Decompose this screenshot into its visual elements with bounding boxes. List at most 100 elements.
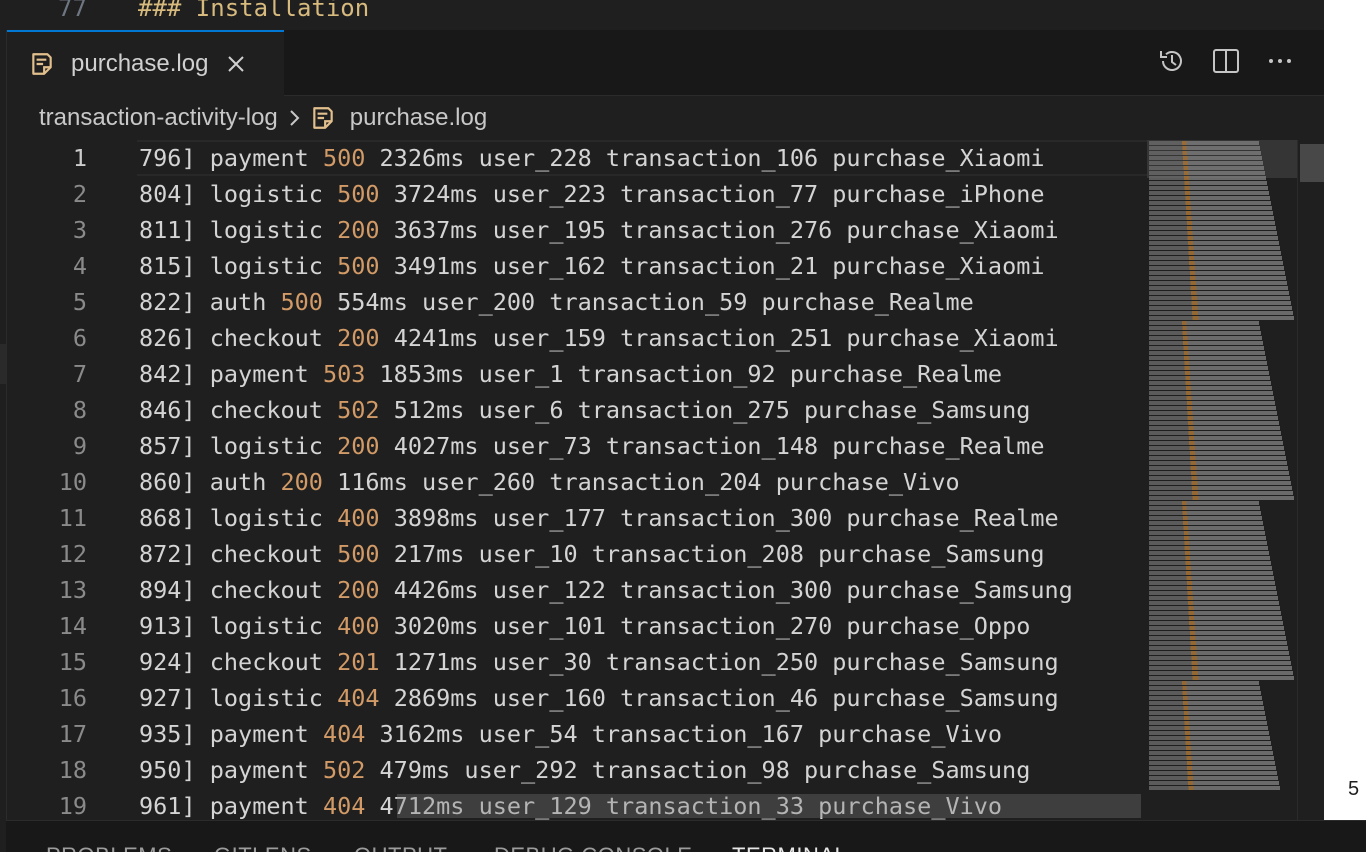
minimap-line xyxy=(1149,166,1264,170)
panel-tab-terminal[interactable]: TERMINAL xyxy=(732,843,847,852)
minimap-line xyxy=(1149,341,1263,345)
status-code: 400 xyxy=(337,612,380,640)
code-line[interactable]: 16 927] logistic 404 2869ms user_160 tran… xyxy=(7,680,1147,716)
minimap-line xyxy=(1149,376,1270,380)
minimap-line xyxy=(1149,326,1260,330)
status-code: 503 xyxy=(322,360,366,388)
code-line[interactable]: 1 796] payment 500 2326ms user_228 transa… xyxy=(7,140,1147,176)
minimap-line xyxy=(1149,236,1278,240)
minimap-line xyxy=(1149,786,1280,790)
code-line[interactable]: 18 950] payment 502 479ms user_292 transa… xyxy=(7,752,1147,788)
scrollbar-thumb[interactable] xyxy=(1300,144,1324,182)
minimap-line xyxy=(1149,711,1265,715)
line-number: 16 xyxy=(58,684,87,712)
minimap-line xyxy=(1149,591,1277,595)
panel-tab-debug-console[interactable]: DEBUG CONSOLE xyxy=(494,843,692,852)
split-editor-icon[interactable] xyxy=(1211,46,1241,76)
service-name: checkout xyxy=(209,648,338,676)
minimap-line xyxy=(1149,451,1285,455)
minimap-line xyxy=(1149,746,1272,750)
code-line[interactable]: 4 815] logistic 500 3491ms user_162 trans… xyxy=(7,248,1147,284)
breadcrumb-file[interactable]: purchase.log xyxy=(350,104,487,132)
status-code: 201 xyxy=(337,648,380,676)
minimap-line xyxy=(1149,251,1281,255)
more-actions-icon[interactable] xyxy=(1265,46,1295,76)
line-number: 1 xyxy=(72,144,87,172)
minimap-line xyxy=(1149,381,1271,385)
code-line[interactable]: 2 804] logistic 500 3724ms user_223 trans… xyxy=(7,176,1147,212)
history-icon[interactable] xyxy=(1157,46,1187,76)
code-line[interactable]: 15 924] checkout 201 1271ms user_30 trans… xyxy=(7,644,1147,680)
code-line[interactable]: 6 826] checkout 200 4241ms user_159 trans… xyxy=(7,320,1147,356)
code-line[interactable]: 13 894] checkout 200 4426ms user_122 tran… xyxy=(7,572,1147,608)
log-details: 3162ms user_54 transaction_167 purchase_… xyxy=(365,720,1003,748)
service-name: payment xyxy=(209,756,323,784)
log-details: 1271ms user_30 transaction_250 purchase_… xyxy=(379,648,1059,676)
minimap-line xyxy=(1149,231,1277,235)
log-entry: 815] logistic 500 3491ms user_162 transa… xyxy=(139,252,1045,280)
minimap-line xyxy=(1149,371,1269,375)
status-code: 500 xyxy=(337,252,380,280)
log-details: 2326ms user_228 transaction_106 purchase… xyxy=(365,144,1045,172)
log-details: 4241ms user_159 transaction_251 purchase… xyxy=(379,324,1059,352)
tab-purchase-log[interactable]: purchase.log xyxy=(7,30,284,96)
status-code: 200 xyxy=(337,324,380,352)
log-details: 3020ms user_101 transaction_270 purchase… xyxy=(379,612,1031,640)
log-details: 3637ms user_195 transaction_276 purchase… xyxy=(379,216,1059,244)
timestamp-fragment: 857] xyxy=(139,432,210,460)
minimap-line xyxy=(1149,656,1290,660)
breadcrumb-folder[interactable]: transaction-activity-log xyxy=(39,104,278,132)
minimap-line xyxy=(1149,671,1293,675)
log-entry: 842] payment 503 1853ms user_1 transacti… xyxy=(139,360,1002,388)
code-line[interactable]: 9 857] logistic 200 4027ms user_73 transa… xyxy=(7,428,1147,464)
status-code: 502 xyxy=(337,396,380,424)
code-line[interactable]: 12 872] checkout 500 217ms user_10 transa… xyxy=(7,536,1147,572)
timestamp-fragment: 935] xyxy=(139,720,210,748)
log-details: 3898ms user_177 transaction_300 purchase… xyxy=(379,504,1059,532)
code-line[interactable]: 10 860] auth 200 116ms user_260 transacti… xyxy=(7,464,1147,500)
log-details: 2869ms user_160 transaction_46 purchase_… xyxy=(379,684,1059,712)
close-icon[interactable] xyxy=(226,54,246,74)
minimap-line xyxy=(1149,571,1273,575)
minimap-line xyxy=(1149,156,1262,160)
code-line[interactable]: 7 842] payment 503 1853ms user_1 transact… xyxy=(7,356,1147,392)
code-editor[interactable]: 1 796] payment 500 2326ms user_228 transa… xyxy=(7,140,1147,820)
code-line[interactable]: 8 846] checkout 502 512ms user_6 transact… xyxy=(7,392,1147,428)
code-line[interactable]: 14 913] logistic 400 3020ms user_101 tran… xyxy=(7,608,1147,644)
minimap-line xyxy=(1149,516,1262,520)
timestamp-fragment: 927] xyxy=(139,684,210,712)
service-name: checkout xyxy=(209,540,338,568)
status-code: 404 xyxy=(322,720,366,748)
minimap-line xyxy=(1149,661,1291,665)
horizontal-scrollbar[interactable] xyxy=(397,794,1141,818)
minimap-line xyxy=(1149,736,1270,740)
minimap[interactable] xyxy=(1147,140,1297,820)
timestamp-fragment: 872] xyxy=(139,540,210,568)
log-entry: 796] payment 500 2326ms user_228 transac… xyxy=(139,144,1045,172)
panel-tab-gitlens[interactable]: GITLENS xyxy=(214,843,312,852)
minimap-line xyxy=(1149,766,1276,770)
minimap-line xyxy=(1149,596,1278,600)
log-details: 512ms user_6 transaction_275 purchase_Sa… xyxy=(379,396,1031,424)
code-line[interactable]: 11 868] logistic 400 3898ms user_177 tran… xyxy=(7,500,1147,536)
panel-tab-problems[interactable]: PROBLEMS xyxy=(46,843,172,852)
minimap-line xyxy=(1149,636,1286,640)
code-line[interactable]: 5 822] auth 500 554ms user_200 transactio… xyxy=(7,284,1147,320)
timestamp-fragment: 796] xyxy=(139,144,210,172)
timestamp-fragment: 815] xyxy=(139,252,210,280)
minimap-line xyxy=(1149,506,1260,510)
minimap-line xyxy=(1149,606,1280,610)
panel-tab-output[interactable]: OUTPUT xyxy=(354,843,447,852)
status-code: 400 xyxy=(337,504,380,532)
code-line[interactable]: 3 811] logistic 200 3637ms user_195 trans… xyxy=(7,212,1147,248)
timestamp-fragment: 842] xyxy=(139,360,210,388)
service-name: auth xyxy=(209,468,281,496)
vertical-scrollbar[interactable] xyxy=(1297,140,1325,820)
timestamp-fragment: 811] xyxy=(139,216,210,244)
minimap-line xyxy=(1149,316,1294,320)
minimap-line xyxy=(1149,646,1288,650)
code-line[interactable]: 17 935] payment 404 3162ms user_54 transa… xyxy=(7,716,1147,752)
log-details: 4027ms user_73 transaction_148 purchase_… xyxy=(379,432,1045,460)
minimap-line xyxy=(1149,361,1267,365)
line-number: 8 xyxy=(72,396,87,424)
